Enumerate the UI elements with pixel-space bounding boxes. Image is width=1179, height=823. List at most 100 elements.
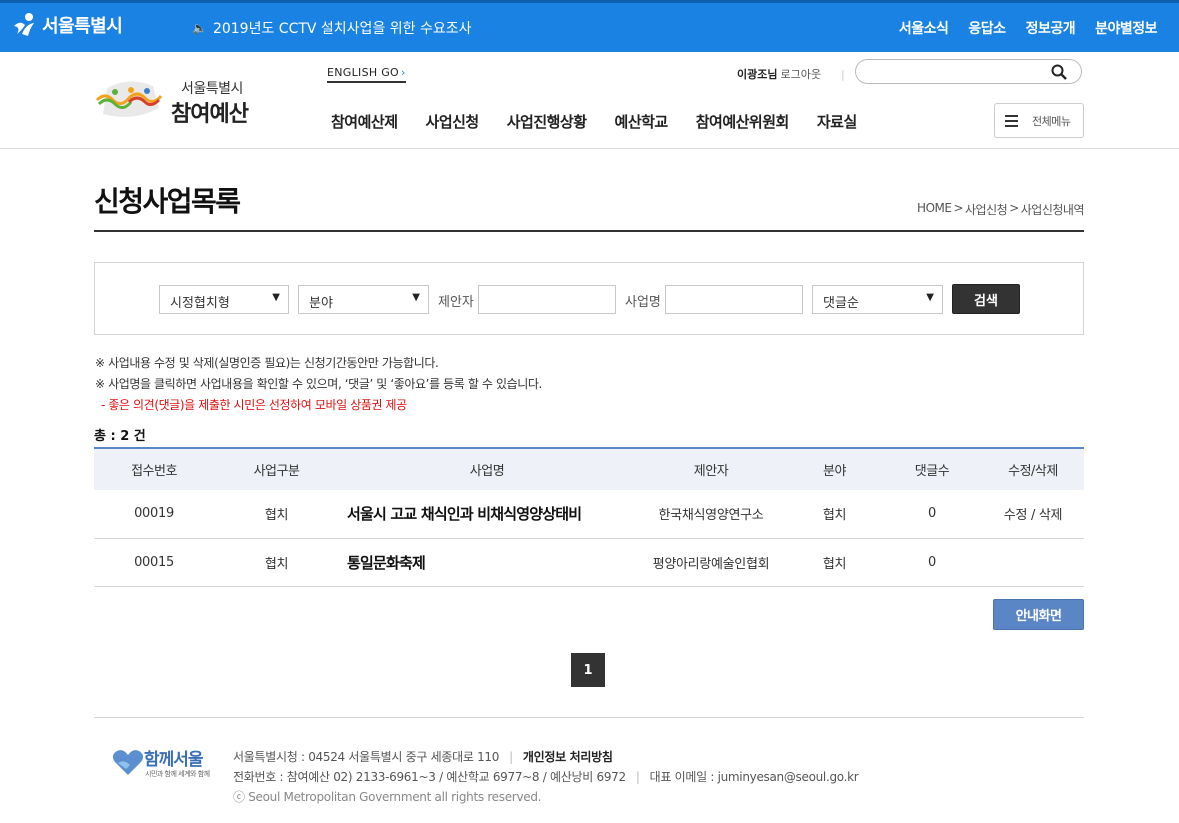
cell-kind: 협치: [214, 490, 339, 539]
footer-email: 대표 이메일 : juminyesan@seoul.go.kr: [649, 770, 859, 784]
hamburger-icon: [1005, 115, 1018, 127]
table-row: 00015 협치 통일문화축제 평양아리랑예술인협회 협치 0: [94, 538, 1084, 587]
top-notice[interactable]: 🔈 2019년도 CCTV 설치사업을 위한 수요조사: [192, 18, 472, 38]
nav-budget-committee[interactable]: 참여예산위원회: [696, 111, 790, 132]
together-seoul-text: 함께서울: [144, 750, 204, 770]
all-menu-button[interactable]: 전체메뉴: [994, 103, 1084, 138]
english-link-label: ENGLISH GO: [327, 66, 400, 79]
nav-project-application[interactable]: 사업신청: [426, 111, 480, 132]
breadcrumb-home[interactable]: HOME: [917, 201, 952, 218]
cell-field: 협치: [787, 538, 882, 587]
user-area: 이광조님 로그아웃 |: [737, 66, 845, 82]
logo-subtitle: 서울특별시: [181, 81, 243, 97]
top-link-seoul-news[interactable]: 서울소식: [899, 18, 949, 38]
footer-address: 서울특별시청 : 04524 서울특별시 중구 세종대로 110: [233, 750, 500, 764]
breadcrumb-current: 사업신청내역: [1020, 203, 1085, 217]
project-table: 접수번호 사업구분 사업명 제안자 분야 댓글수 수정/삭제 00019 협치 …: [94, 447, 1084, 587]
search-button[interactable]: 검색: [952, 284, 1020, 314]
chevron-right-icon: >: [953, 201, 964, 215]
table-row: 00019 협치 서울시 고교 채식인과 비채식영양상태비 한국채식영양연구소 …: [94, 490, 1084, 539]
sort-select-value: 댓글순: [823, 296, 859, 311]
main-nav: 참여예산제 사업신청 사업진행상황 예산학교 참여예산위원회 자료실: [331, 111, 885, 132]
nav-budget-school[interactable]: 예산학교: [615, 111, 669, 132]
caret-down-icon: ▼: [926, 292, 934, 303]
nav-project-progress[interactable]: 사업진행상황: [507, 111, 587, 132]
col-header-comments: 댓글수: [882, 447, 982, 490]
col-header-title: 사업명: [339, 447, 635, 490]
seoul-city-name: 서울특별시: [42, 16, 123, 37]
breadcrumb: HOME > 사업신청 > 사업신청내역: [917, 201, 1084, 218]
seoul-city-logo[interactable]: 서울특별시: [12, 12, 123, 38]
total-count: 총 : 2 건: [94, 429, 146, 444]
logo-title: 참여예산: [171, 102, 249, 127]
all-menu-label: 전체메뉴: [1032, 114, 1071, 128]
top-notice-text: 2019년도 CCTV 설치사업을 위한 수요조사: [212, 21, 472, 37]
top-link-field-info[interactable]: 분야별정보: [1095, 18, 1157, 38]
field-select-value: 분야: [309, 296, 333, 311]
cell-title-link[interactable]: 서울시 고교 채식인과 비채식영양상태비: [339, 490, 635, 539]
guide-button[interactable]: 안내화면: [993, 599, 1084, 630]
table-header-row: 접수번호 사업구분 사업명 제안자 분야 댓글수 수정/삭제: [94, 447, 1084, 490]
privacy-policy-link[interactable]: 개인정보 처리방침: [523, 750, 613, 764]
speaker-icon: 🔈: [192, 21, 207, 35]
chevron-right-icon: >: [1009, 201, 1019, 215]
together-seoul-slogan: 시민과 함께 세계와 함께: [145, 770, 210, 778]
seoul-emblem-icon: [14, 13, 34, 36]
cell-proposer: 한국채식영양연구소: [635, 490, 787, 539]
project-name-input[interactable]: [665, 285, 803, 314]
cell-no: 00015: [94, 538, 214, 587]
footer-copyright: ⓒ Seoul Metropolitan Government all righ…: [233, 790, 542, 804]
divider: |: [509, 750, 513, 764]
logout-link[interactable]: 로그아웃: [780, 68, 820, 81]
notice-line-1: ※ 사업내용 수정 및 삭제(실명인증 필요)는 신청기간동안만 가능합니다.: [95, 356, 439, 370]
footer-phone: 전화번호 : 참여예산 02) 2133-6961~3 / 예산학교 6977~…: [233, 770, 626, 784]
col-header-edit: 수정/삭제: [982, 447, 1084, 490]
col-header-no: 접수번호: [94, 447, 214, 490]
edit-delete-separator: /: [1030, 508, 1036, 524]
top-link-eungdapso[interactable]: 응답소: [968, 18, 1006, 38]
nav-archive[interactable]: 자료실: [817, 111, 857, 132]
footer-info: 서울특별시청 : 04524 서울특별시 중구 세종대로 110 | 개인정보 처리…: [233, 747, 859, 807]
col-header-kind: 사업구분: [214, 447, 339, 490]
col-header-field: 분야: [787, 447, 882, 490]
field-select[interactable]: 분야 ▼: [298, 285, 429, 314]
top-link-info-open[interactable]: 정보공개: [1026, 18, 1076, 38]
participatory-budget-logo-icon: [95, 81, 163, 117]
top-bar: 서울특별시 🔈 2019년도 CCTV 설치사업을 위한 수요조사 서울소식 응…: [0, 0, 1179, 52]
together-seoul-logo: 함께서울 시민과 함께 세계와 함께: [112, 745, 222, 781]
cell-no: 00019: [94, 490, 214, 539]
divider: |: [635, 770, 640, 784]
user-name: 이광조님: [737, 68, 778, 81]
cell-comments: 0: [882, 538, 982, 587]
site-header: 서울특별시 참여예산 ENGLISH GO › 이광조님 로그아웃 | 참여예산제 사…: [0, 52, 1179, 149]
cell-edit-delete: [982, 538, 1084, 587]
notice-text: ※ 사업내용 수정 및 삭제(실명인증 필요)는 신청기간동안만 가능합니다. …: [95, 353, 542, 416]
chevron-right-icon: ›: [401, 66, 406, 79]
proposer-label: 제안자: [438, 295, 474, 310]
caret-down-icon: ▼: [412, 292, 420, 303]
delete-link[interactable]: 삭제: [1039, 508, 1063, 523]
search-form: 시정협치형 ▼ 분야 ▼ 제안자 사업명 댓글순 ▼ 검색: [94, 262, 1084, 335]
heart-hands-icon: [112, 750, 144, 775]
site-search: [855, 59, 1082, 84]
cell-comments: 0: [882, 490, 982, 539]
nav-participatory-budget[interactable]: 참여예산제: [331, 111, 398, 132]
notice-line-3: - 좋은 의견(댓글)을 제출한 시민은 선정하여 모바일 상품권 제공: [101, 398, 407, 412]
cell-field: 협치: [787, 490, 882, 539]
search-icon[interactable]: [1051, 64, 1067, 80]
breadcrumb-application[interactable]: 사업신청: [965, 201, 1008, 218]
cell-title-link[interactable]: 통일문화축제: [339, 538, 635, 587]
english-link[interactable]: ENGLISH GO ›: [327, 66, 406, 83]
project-name-label: 사업명: [625, 295, 661, 310]
edit-link[interactable]: 수정: [1004, 508, 1028, 523]
cell-kind: 협치: [214, 538, 339, 587]
sort-select[interactable]: 댓글순 ▼: [812, 285, 943, 314]
site-logo[interactable]: 서울특별시 참여예산: [93, 70, 263, 130]
pagination-page-1[interactable]: 1: [571, 653, 605, 687]
type-select-value: 시정협치형: [170, 296, 230, 311]
title-divider: [94, 230, 1084, 232]
footer-divider: [94, 717, 1084, 718]
proposer-input[interactable]: [478, 285, 616, 314]
type-select[interactable]: 시정협치형 ▼: [159, 285, 289, 314]
site-search-input[interactable]: [868, 63, 1048, 80]
